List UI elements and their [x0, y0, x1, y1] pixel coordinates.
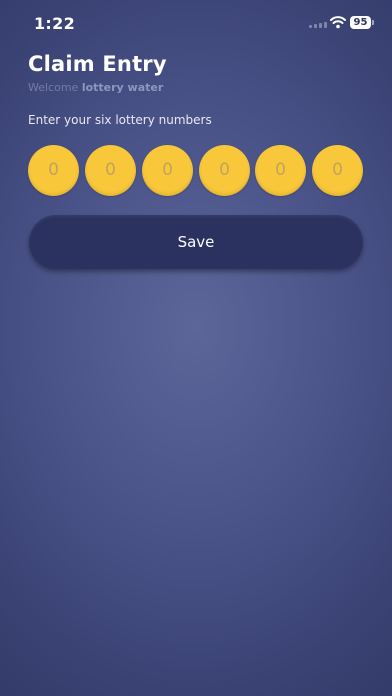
- lottery-number-3[interactable]: 0: [142, 145, 193, 196]
- wifi-icon: [330, 16, 346, 29]
- instruction-label: Enter your six lottery numbers: [28, 113, 212, 127]
- battery-tip: [372, 20, 374, 25]
- welcome-text: Welcome lottery water: [28, 81, 163, 94]
- lottery-number-4[interactable]: 0: [199, 145, 250, 196]
- welcome-prefix: Welcome: [28, 81, 79, 94]
- save-button[interactable]: Save: [29, 215, 363, 269]
- username: lottery water: [81, 81, 164, 94]
- lottery-number-6[interactable]: 0: [312, 145, 363, 196]
- lottery-number-1[interactable]: 0: [28, 145, 79, 196]
- page-title: Claim Entry: [28, 52, 167, 76]
- lottery-number-inputs: 0 0 0 0 0 0: [28, 145, 366, 197]
- status-time: 1:22: [34, 14, 75, 33]
- battery-icon: 95: [350, 16, 371, 29]
- status-bar: 1:22 95: [0, 0, 392, 46]
- lottery-number-5[interactable]: 0: [255, 145, 306, 196]
- lottery-number-2[interactable]: 0: [85, 145, 136, 196]
- signal-icon: [309, 22, 329, 28]
